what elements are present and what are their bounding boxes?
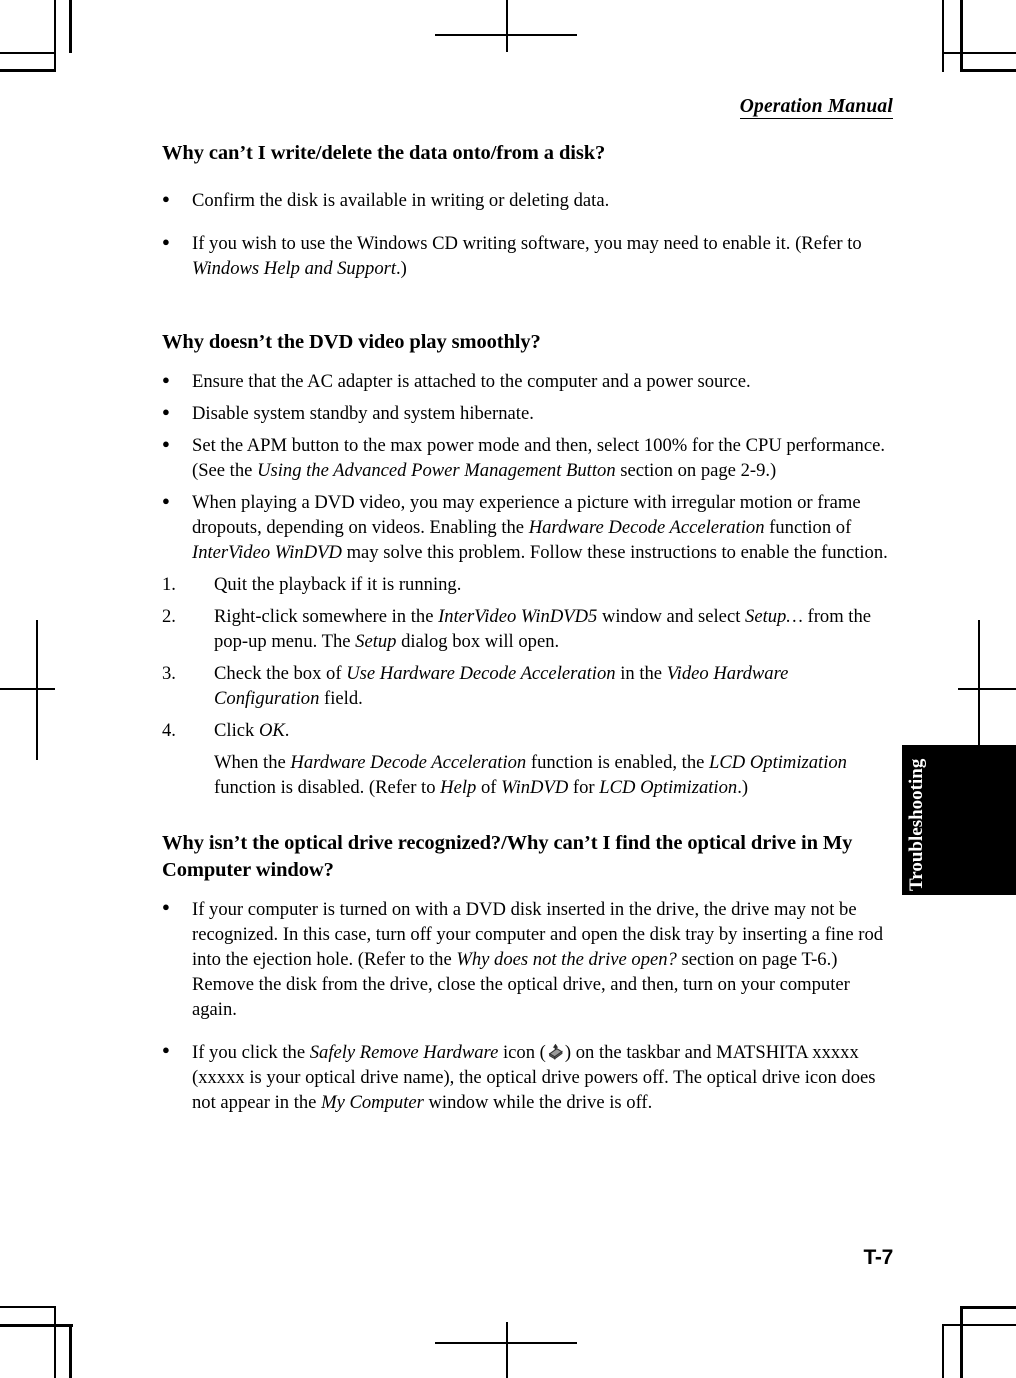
bottom-left-thin-vertical <box>54 1306 56 1378</box>
emphasis-text: LCD Optimization <box>599 777 738 799</box>
emphasis-text: WinDVD <box>501 777 569 799</box>
body-text: Click <box>214 720 259 742</box>
safely-remove-hardware-icon <box>548 1043 563 1060</box>
bullet-item: Set the APM button to the max power mode… <box>162 433 890 483</box>
body-text: When the <box>214 752 291 774</box>
section-heading: Why can’t I write/delete the data onto/f… <box>162 142 606 164</box>
section-heading: Why isn’t the optical drive recognized?/… <box>162 832 853 881</box>
top-right-thin-horizontal <box>942 52 1016 54</box>
top-center-cross-horizontal <box>435 34 577 36</box>
body-text: of <box>476 777 502 799</box>
top-center-cross-vertical <box>506 0 508 52</box>
emphasis-text: Use Hardware Decode Acceleration <box>346 663 616 685</box>
bottom-left-thick-horizontal <box>0 1324 73 1327</box>
bullet-item: If you wish to use the Windows CD writin… <box>162 231 890 281</box>
body-text: Check the box of <box>214 663 347 685</box>
bullet-list: Ensure that the AC adapter is attached t… <box>162 369 890 565</box>
top-left-thin-vertical <box>54 0 56 72</box>
top-right-thin-vertical <box>942 0 944 72</box>
bullet-item: If you click the Safely Remove Hardware … <box>162 1039 890 1115</box>
body-text: . <box>284 720 290 742</box>
bottom-right-thin-vertical <box>942 1324 944 1378</box>
running-header: Operation Manual <box>0 96 893 119</box>
numbered-step-item: Quit the playback if it is running. <box>162 572 890 597</box>
top-right-thick-vertical <box>960 0 963 72</box>
step-note-paragraph: When the Hardware Decode Acceleration fu… <box>162 750 890 800</box>
chapter-thumb-tab-label: Troubleshooting <box>906 758 927 891</box>
emphasis-text: Help <box>440 777 477 799</box>
emphasis-text: My Computer <box>321 1091 424 1113</box>
chapter-thumb-tab: Troubleshooting <box>902 745 1016 895</box>
numbered-step-list: Quit the playback if it is running. Right… <box>162 572 890 743</box>
emphasis-text: Hardware Decode Acceleration <box>290 752 527 774</box>
top-left-thin-horizontal <box>0 52 56 54</box>
body-text: icon ( <box>498 1041 546 1063</box>
top-left-thick-vertical <box>69 0 72 53</box>
bottom-center-cross-horizontal <box>435 1342 577 1344</box>
emphasis-text: Safely Remove Hardware <box>309 1041 499 1063</box>
bottom-center-cross-vertical <box>506 1322 508 1378</box>
emphasis-text: Setup… <box>745 606 803 628</box>
emphasis-text: OK <box>258 720 285 742</box>
emphasis-text: Using the Advanced Power Management Butt… <box>257 460 616 482</box>
bottom-left-thick-vertical <box>69 1324 72 1378</box>
top-left-thick-horizontal <box>0 69 56 72</box>
body-text: Ensure that the AC adapter is attached t… <box>192 371 751 393</box>
body-text: Quit the playback if it is running. <box>214 574 462 596</box>
heading-spacer <box>162 883 890 897</box>
bottom-right-thick-vertical <box>960 1306 963 1378</box>
body-text: .) <box>396 258 407 280</box>
bottom-right-thick-horizontal <box>960 1306 1016 1309</box>
bullet-item: If your computer is turned on with a DVD… <box>162 896 890 1022</box>
emphasis-text: LCD Optimization <box>709 752 847 774</box>
bullet-item: Disable system standby and system hibern… <box>162 401 890 426</box>
section-heading: Why doesn’t the DVD video play smoothly? <box>162 331 541 354</box>
bullet-list: If your computer is turned on with a DVD… <box>162 896 890 1115</box>
body-text: in the <box>615 663 667 685</box>
right-center-cross-horizontal <box>958 688 1016 690</box>
emphasis-text: Hardware Decode Acceleration <box>528 517 765 539</box>
body-text: function of <box>764 517 852 539</box>
body-text: field. <box>319 688 363 710</box>
right-center-cross-vertical <box>978 620 980 760</box>
running-header-text: Operation Manual <box>739 96 893 119</box>
numbered-step-item: Click OK. <box>162 718 890 743</box>
body-text: If you click the <box>192 1041 310 1063</box>
emphasis-text: Why does not the drive open? <box>456 948 677 970</box>
emphasis-text: InterVideo WinDVD <box>192 542 342 564</box>
body-text: .) <box>737 777 749 799</box>
bottom-left-thin-horizontal <box>0 1306 56 1308</box>
emphasis-text: InterVideo WinDVD5 <box>438 606 598 628</box>
body-text: Confirm the disk is available in writing… <box>192 190 610 212</box>
emphasis-text: Windows Help and Support <box>192 258 397 280</box>
body-text: window and select <box>597 606 746 628</box>
left-center-cross-horizontal <box>0 688 55 691</box>
body-text: may solve this problem. Follow these ins… <box>341 542 888 564</box>
page-content: Why can’t I write/delete the data onto/f… <box>162 140 890 1133</box>
heading-spacer <box>162 355 890 369</box>
heading-spacer <box>162 166 890 188</box>
bullet-item: When playing a DVD video, you may experi… <box>162 490 890 565</box>
body-text: section on page 2-9.) <box>615 460 777 482</box>
emphasis-text: Setup <box>355 631 397 653</box>
manual-page: Operation Manual Why can’t I write/delet… <box>0 0 1016 1378</box>
body-text: function is disabled. (Refer to <box>214 777 441 799</box>
numbered-step-item: Check the box of Use Hardware Decode Acc… <box>162 661 890 711</box>
body-text: window while the drive is off. <box>423 1091 653 1113</box>
bullet-list: Confirm the disk is available in writing… <box>162 188 890 281</box>
bullet-item: Confirm the disk is available in writing… <box>162 188 890 213</box>
bullet-item: Ensure that the AC adapter is attached t… <box>162 369 890 394</box>
body-text: Right-click somewhere in the <box>214 606 439 628</box>
body-text: Disable system standby and system hibern… <box>192 403 534 425</box>
numbered-step-item: Right-click somewhere in the InterVideo … <box>162 604 890 654</box>
body-text: If you wish to use the Windows CD writin… <box>192 233 862 255</box>
top-right-thick-horizontal <box>960 69 1016 72</box>
bottom-right-thin-horizontal <box>942 1324 1016 1326</box>
body-text: for <box>568 777 600 799</box>
body-text: dialog box will open. <box>396 631 560 653</box>
body-text: function is enabled, the <box>526 752 710 774</box>
page-number: T-7 <box>863 1246 894 1269</box>
